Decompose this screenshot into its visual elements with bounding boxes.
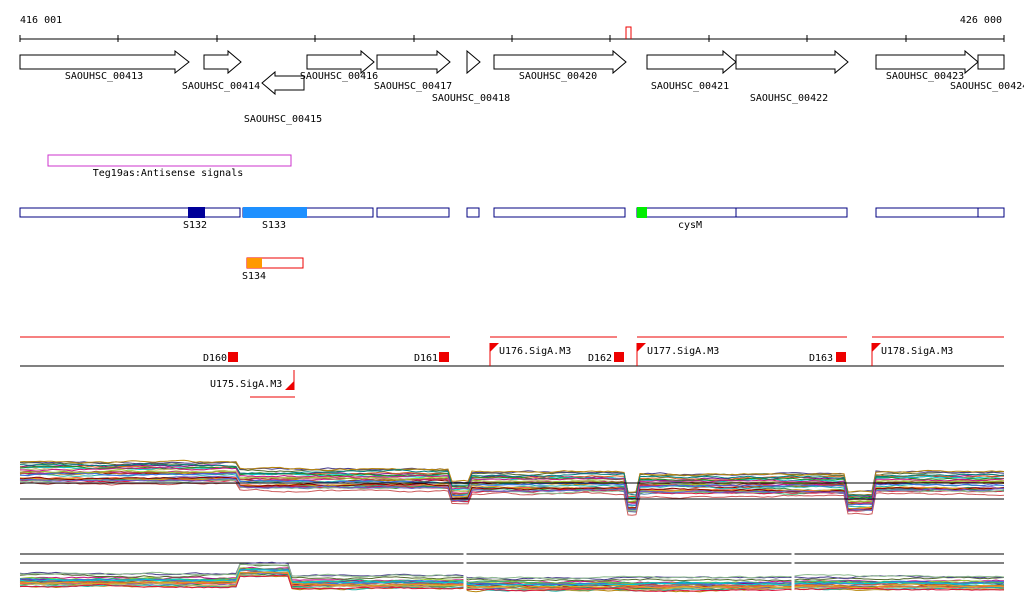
ruler-end-label: 426 000 xyxy=(960,15,1002,26)
segment-label-cysm: cysM xyxy=(678,220,702,231)
expression-line xyxy=(19,561,1005,581)
segment-box[interactable] xyxy=(466,207,480,218)
segment-box[interactable] xyxy=(636,207,737,218)
gene-label-00420: SAOUHSC_00420 xyxy=(519,71,597,82)
transcript-label-d162: D162 xyxy=(588,353,612,364)
segment-s133[interactable] xyxy=(243,207,307,218)
ruler-start-label: 416 001 xyxy=(20,15,62,26)
segment-box[interactable] xyxy=(493,207,626,218)
gene-label-00421: SAOUHSC_00421 xyxy=(651,81,729,92)
gene-arrow[interactable] xyxy=(735,49,849,75)
segment-label-s133: S133 xyxy=(262,220,286,231)
expression-panel-lower xyxy=(19,548,1005,600)
terminator-marker[interactable] xyxy=(836,352,846,362)
transcript-label-u177: U177.SigA.M3 xyxy=(647,346,719,357)
segment-label-s134: S134 xyxy=(242,271,266,282)
gene-label-00422: SAOUHSC_00422 xyxy=(750,93,828,104)
transcript-label-u178: U178.SigA.M3 xyxy=(881,346,953,357)
gene-label-00413: SAOUHSC_00413 xyxy=(65,71,143,82)
segment-box[interactable] xyxy=(735,207,848,218)
gene-box[interactable] xyxy=(977,54,1005,70)
segment-s134[interactable] xyxy=(247,258,262,268)
gene-label-00418: SAOUHSC_00418 xyxy=(432,93,510,104)
terminator-marker[interactable] xyxy=(614,352,624,362)
gene-arrow[interactable] xyxy=(376,49,451,75)
gene-label-00414: SAOUHSC_00414 xyxy=(182,81,260,92)
segment-label-s132: S132 xyxy=(183,220,207,231)
transcript-label-d163: D163 xyxy=(809,353,833,364)
segment-box[interactable] xyxy=(376,207,450,218)
terminator-marker[interactable] xyxy=(228,352,238,362)
promoter-flag[interactable] xyxy=(490,343,499,352)
gene-track xyxy=(19,49,1005,96)
expression-lines-lower xyxy=(19,561,1005,593)
gene-arrow-reverse[interactable] xyxy=(261,70,305,96)
promoter-flag[interactable] xyxy=(285,381,294,390)
segment-box[interactable] xyxy=(875,207,979,218)
transcript-label-u176: U176.SigA.M3 xyxy=(499,346,571,357)
gene-label-00424: SAOUHSC_00424 xyxy=(950,81,1024,92)
expression-lines-upper xyxy=(19,459,1005,516)
terminator-marker[interactable] xyxy=(439,352,449,362)
segment-track: S132 S133 cysM S134 xyxy=(19,207,1005,282)
expression-panel-upper xyxy=(19,459,1005,516)
segment-box[interactable] xyxy=(19,207,241,218)
gene-label-00415: SAOUHSC_00415 xyxy=(244,114,322,125)
segment-cysm[interactable] xyxy=(637,207,647,218)
antisense-box[interactable] xyxy=(47,154,292,167)
gene-arrow[interactable] xyxy=(646,49,737,75)
gene-labels: SAOUHSC_00413 SAOUHSC_00414 SAOUHSC_0041… xyxy=(65,71,1024,125)
gene-label-00416: SAOUHSC_00416 xyxy=(300,71,378,82)
position-marker xyxy=(625,26,632,39)
transcript-label-d160: D160 xyxy=(203,353,227,364)
transcript-label-d161: D161 xyxy=(414,353,438,364)
gene-arrow[interactable] xyxy=(306,49,375,75)
gene-arrow[interactable] xyxy=(466,49,481,75)
gene-arrow[interactable] xyxy=(875,49,979,75)
genome-browser-canvas: 416 001 426 000 SAOUHSC_00413 SAOUHSC_00… xyxy=(19,15,1024,600)
segment-s132[interactable] xyxy=(188,207,205,218)
transcript-label-u175: U175.SigA.M3 xyxy=(210,379,282,390)
antisense-track: Teg19as:Antisense signals xyxy=(47,154,292,179)
transcript-track: D160 D161 U176.SigA.M3 D162 U177.SigA.M3… xyxy=(20,336,1004,398)
antisense-label: Teg19as:Antisense signals xyxy=(93,168,244,179)
segment-box[interactable] xyxy=(977,207,1005,218)
gene-label-00417: SAOUHSC_00417 xyxy=(374,81,452,92)
promoter-flag[interactable] xyxy=(637,343,646,352)
promoter-flag[interactable] xyxy=(872,343,881,352)
gene-arrow[interactable] xyxy=(493,49,627,75)
gene-arrow[interactable] xyxy=(203,49,242,75)
gene-arrow[interactable] xyxy=(19,49,190,75)
coordinate-ruler: 416 001 426 000 xyxy=(19,15,1005,42)
